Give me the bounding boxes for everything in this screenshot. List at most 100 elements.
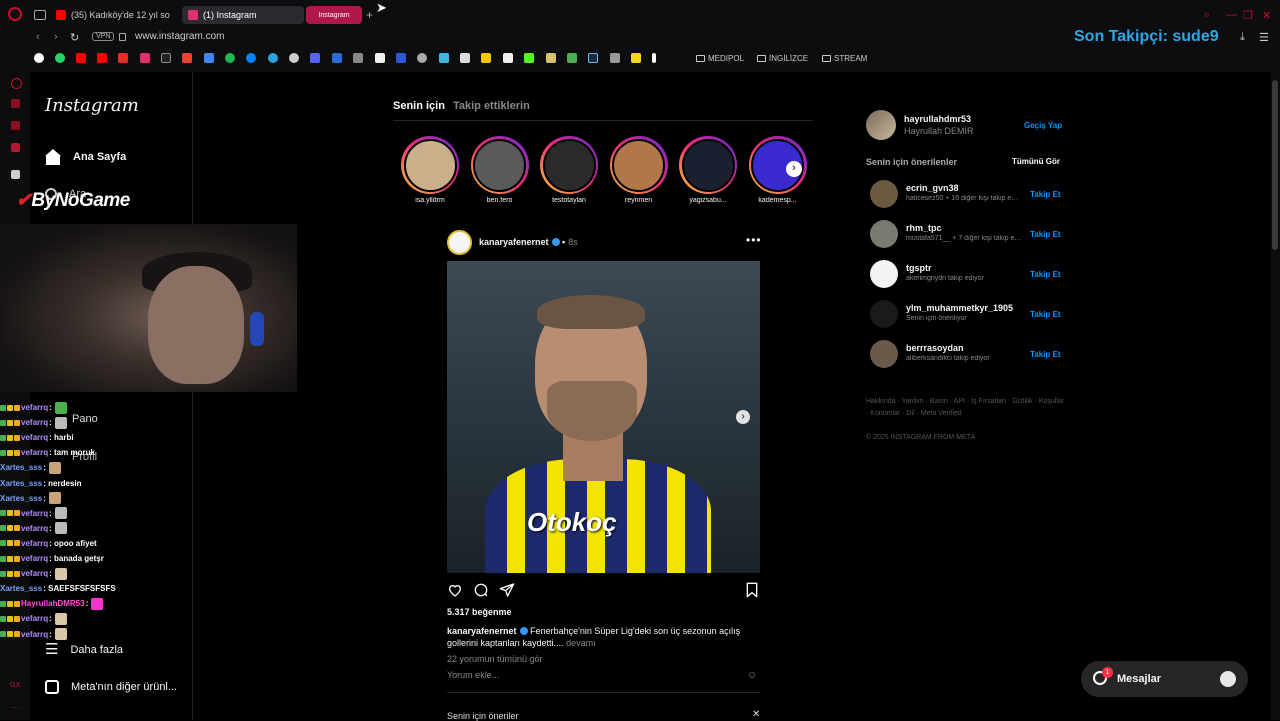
likes-count[interactable]: 5.317 beğenme	[447, 607, 512, 617]
comment-icon[interactable]	[473, 582, 489, 598]
search-tabs-icon[interactable]: ⌕	[1204, 9, 1210, 22]
instagram-logo[interactable]: Instagram	[45, 95, 139, 116]
close-window-icon[interactable]: ✕	[1262, 9, 1271, 22]
tab-for-you[interactable]: Senin için	[393, 100, 445, 112]
sidebar-shopping-icon[interactable]	[11, 99, 20, 108]
bookmark-site-icon[interactable]	[353, 53, 363, 63]
nav-more[interactable]: ☰ Daha fazla	[45, 642, 123, 657]
post-avatar[interactable]	[447, 230, 472, 255]
forward-icon[interactable]: ›	[54, 31, 58, 43]
bookmark-discord-icon[interactable]	[310, 53, 320, 63]
close-icon[interactable]: ✕	[752, 709, 760, 720]
bookmark-site-icon[interactable]	[481, 53, 491, 63]
nav-meta[interactable]: Meta'nın diğer ürünl...	[45, 680, 177, 694]
bookmark-folder-ingilizce[interactable]: İNGİLİZCE	[757, 54, 808, 63]
post-username[interactable]: kanaryafenernet	[479, 237, 549, 247]
follow-button[interactable]: Takip Et	[1030, 230, 1061, 239]
bookmark-site-icon[interactable]	[460, 53, 470, 63]
bookmark-site-icon[interactable]	[396, 53, 406, 63]
bookmark-instagram-icon[interactable]	[140, 53, 150, 63]
follow-button[interactable]: Takip Et	[1030, 190, 1061, 199]
bookmark-whatsapp-icon[interactable]	[55, 53, 65, 63]
tab-islands-icon[interactable]	[34, 10, 46, 20]
bookmark-steam-icon[interactable]	[588, 53, 598, 63]
tab-following[interactable]: Takip ettiklerin	[453, 100, 530, 112]
tab-youtube[interactable]: (35) Kadıköy'de 12 yıl son	[56, 6, 170, 24]
my-username[interactable]: hayrullahdmr53	[904, 114, 971, 124]
suggestion-avatar[interactable]	[870, 300, 898, 328]
suggestion-username[interactable]: ecrin_gvn38	[906, 183, 959, 193]
nav-home[interactable]: Ana Sayfa	[45, 149, 126, 165]
bookmark-site-icon[interactable]	[567, 53, 577, 63]
bookmark-site-icon[interactable]	[652, 53, 656, 63]
see-all-link[interactable]: Tümünü Gör	[1012, 157, 1060, 166]
bookmark-telegram-icon[interactable]	[268, 53, 278, 63]
bookmark-amazon-icon[interactable]	[375, 53, 385, 63]
suggestion-username[interactable]: berrrasoydan	[906, 343, 964, 353]
follow-button[interactable]: Takip Et	[1030, 350, 1061, 359]
follow-button[interactable]: Takip Et	[1030, 310, 1061, 319]
bookmark-site-icon[interactable]	[439, 53, 449, 63]
bookmark-gmail-icon[interactable]	[182, 53, 192, 63]
my-avatar[interactable]	[866, 110, 896, 140]
carousel-next-icon[interactable]: ›	[736, 410, 750, 424]
vpn-badge[interactable]: VPN	[92, 32, 115, 41]
new-tab-button[interactable]: +	[366, 8, 373, 22]
scrollbar-thumb[interactable]	[1272, 80, 1278, 250]
menu-icon[interactable]: ☰	[1259, 31, 1269, 44]
story-item[interactable]: isa.ylldrm	[400, 136, 460, 204]
like-icon[interactable]	[447, 582, 463, 598]
maximize-icon[interactable]: ❐	[1243, 9, 1253, 22]
minimize-icon[interactable]: —	[1226, 9, 1237, 21]
bookmark-site-icon[interactable]	[610, 53, 620, 63]
bookmark-site-icon[interactable]	[546, 53, 556, 63]
bookmark-x-icon[interactable]	[161, 53, 171, 63]
footer-links[interactable]: Hakkında · Yardım · Basın · API · İş Fır…	[866, 396, 1066, 420]
nav-dashboard[interactable]: Pano	[72, 413, 98, 425]
add-comment-input[interactable]: Yorum ekle...	[447, 670, 499, 680]
suggestion-username[interactable]: ylm_muhammetkyr_1905	[906, 303, 1013, 313]
bookmark-bookmark-icon[interactable]	[332, 53, 342, 63]
view-comments-link[interactable]: 22 yorumun tümünü gör	[447, 654, 543, 664]
bookmark-kick-icon[interactable]	[524, 53, 534, 63]
reload-icon[interactable]: ↻	[70, 31, 79, 44]
follow-button[interactable]: Takip Et	[1030, 270, 1061, 279]
opera-logo-icon[interactable]	[8, 7, 22, 21]
stories-next-icon[interactable]: ›	[786, 161, 802, 177]
sidebar-icon[interactable]	[11, 170, 20, 179]
story-item[interactable]: testotaylan	[539, 136, 599, 204]
story-item[interactable]: ben.fero	[470, 136, 530, 204]
story-item[interactable]: yagizsabu...	[678, 136, 738, 204]
bookmark-site-icon[interactable]	[417, 53, 427, 63]
emoji-icon[interactable]: ☺	[747, 670, 757, 681]
bookmark-apple-icon[interactable]	[289, 53, 299, 63]
story-item[interactable]: reynmen	[609, 136, 669, 204]
bookmark-spotify-icon[interactable]	[225, 53, 235, 63]
url-field[interactable]: www.instagram.com	[135, 31, 224, 42]
bookmark-messenger-icon[interactable]	[246, 53, 256, 63]
sidebar-aria-icon[interactable]	[11, 78, 22, 89]
bookmark-folder-medipol[interactable]: MEDIPOL	[696, 54, 744, 63]
suggestion-avatar[interactable]	[870, 340, 898, 368]
bookmark-translate-icon[interactable]	[204, 53, 214, 63]
bookmark-youtube-icon[interactable]	[97, 53, 107, 63]
tab-instagram[interactable]: (1) Instagram	[182, 6, 304, 24]
caption-more-link[interactable]: devamı	[566, 638, 596, 648]
download-icon[interactable]: ⤓	[1240, 31, 1245, 44]
bookmark-youtube-icon[interactable]	[118, 53, 128, 63]
suggestion-username[interactable]: tgsptr	[906, 263, 932, 273]
suggestion-avatar[interactable]	[870, 220, 898, 248]
back-icon[interactable]: ‹	[36, 31, 40, 43]
share-icon[interactable]	[499, 582, 515, 598]
switch-account-button[interactable]: Geçiş Yap	[1024, 121, 1062, 130]
post-image[interactable]: Otokoç	[447, 261, 760, 573]
sidebar-more-icon[interactable]: ···	[11, 702, 20, 712]
caption-username[interactable]: kanaryafenernet	[447, 626, 517, 636]
suggestion-username[interactable]: rhm_tpc	[906, 223, 942, 233]
bookmark-youtube-icon[interactable]	[76, 53, 86, 63]
suggestion-avatar[interactable]	[870, 260, 898, 288]
sidebar-gx-icon[interactable]: GX	[10, 682, 20, 689]
sidebar-messenger-icon[interactable]	[11, 121, 20, 130]
suggestion-avatar[interactable]	[870, 180, 898, 208]
post-options-icon[interactable]: •••	[746, 233, 762, 247]
